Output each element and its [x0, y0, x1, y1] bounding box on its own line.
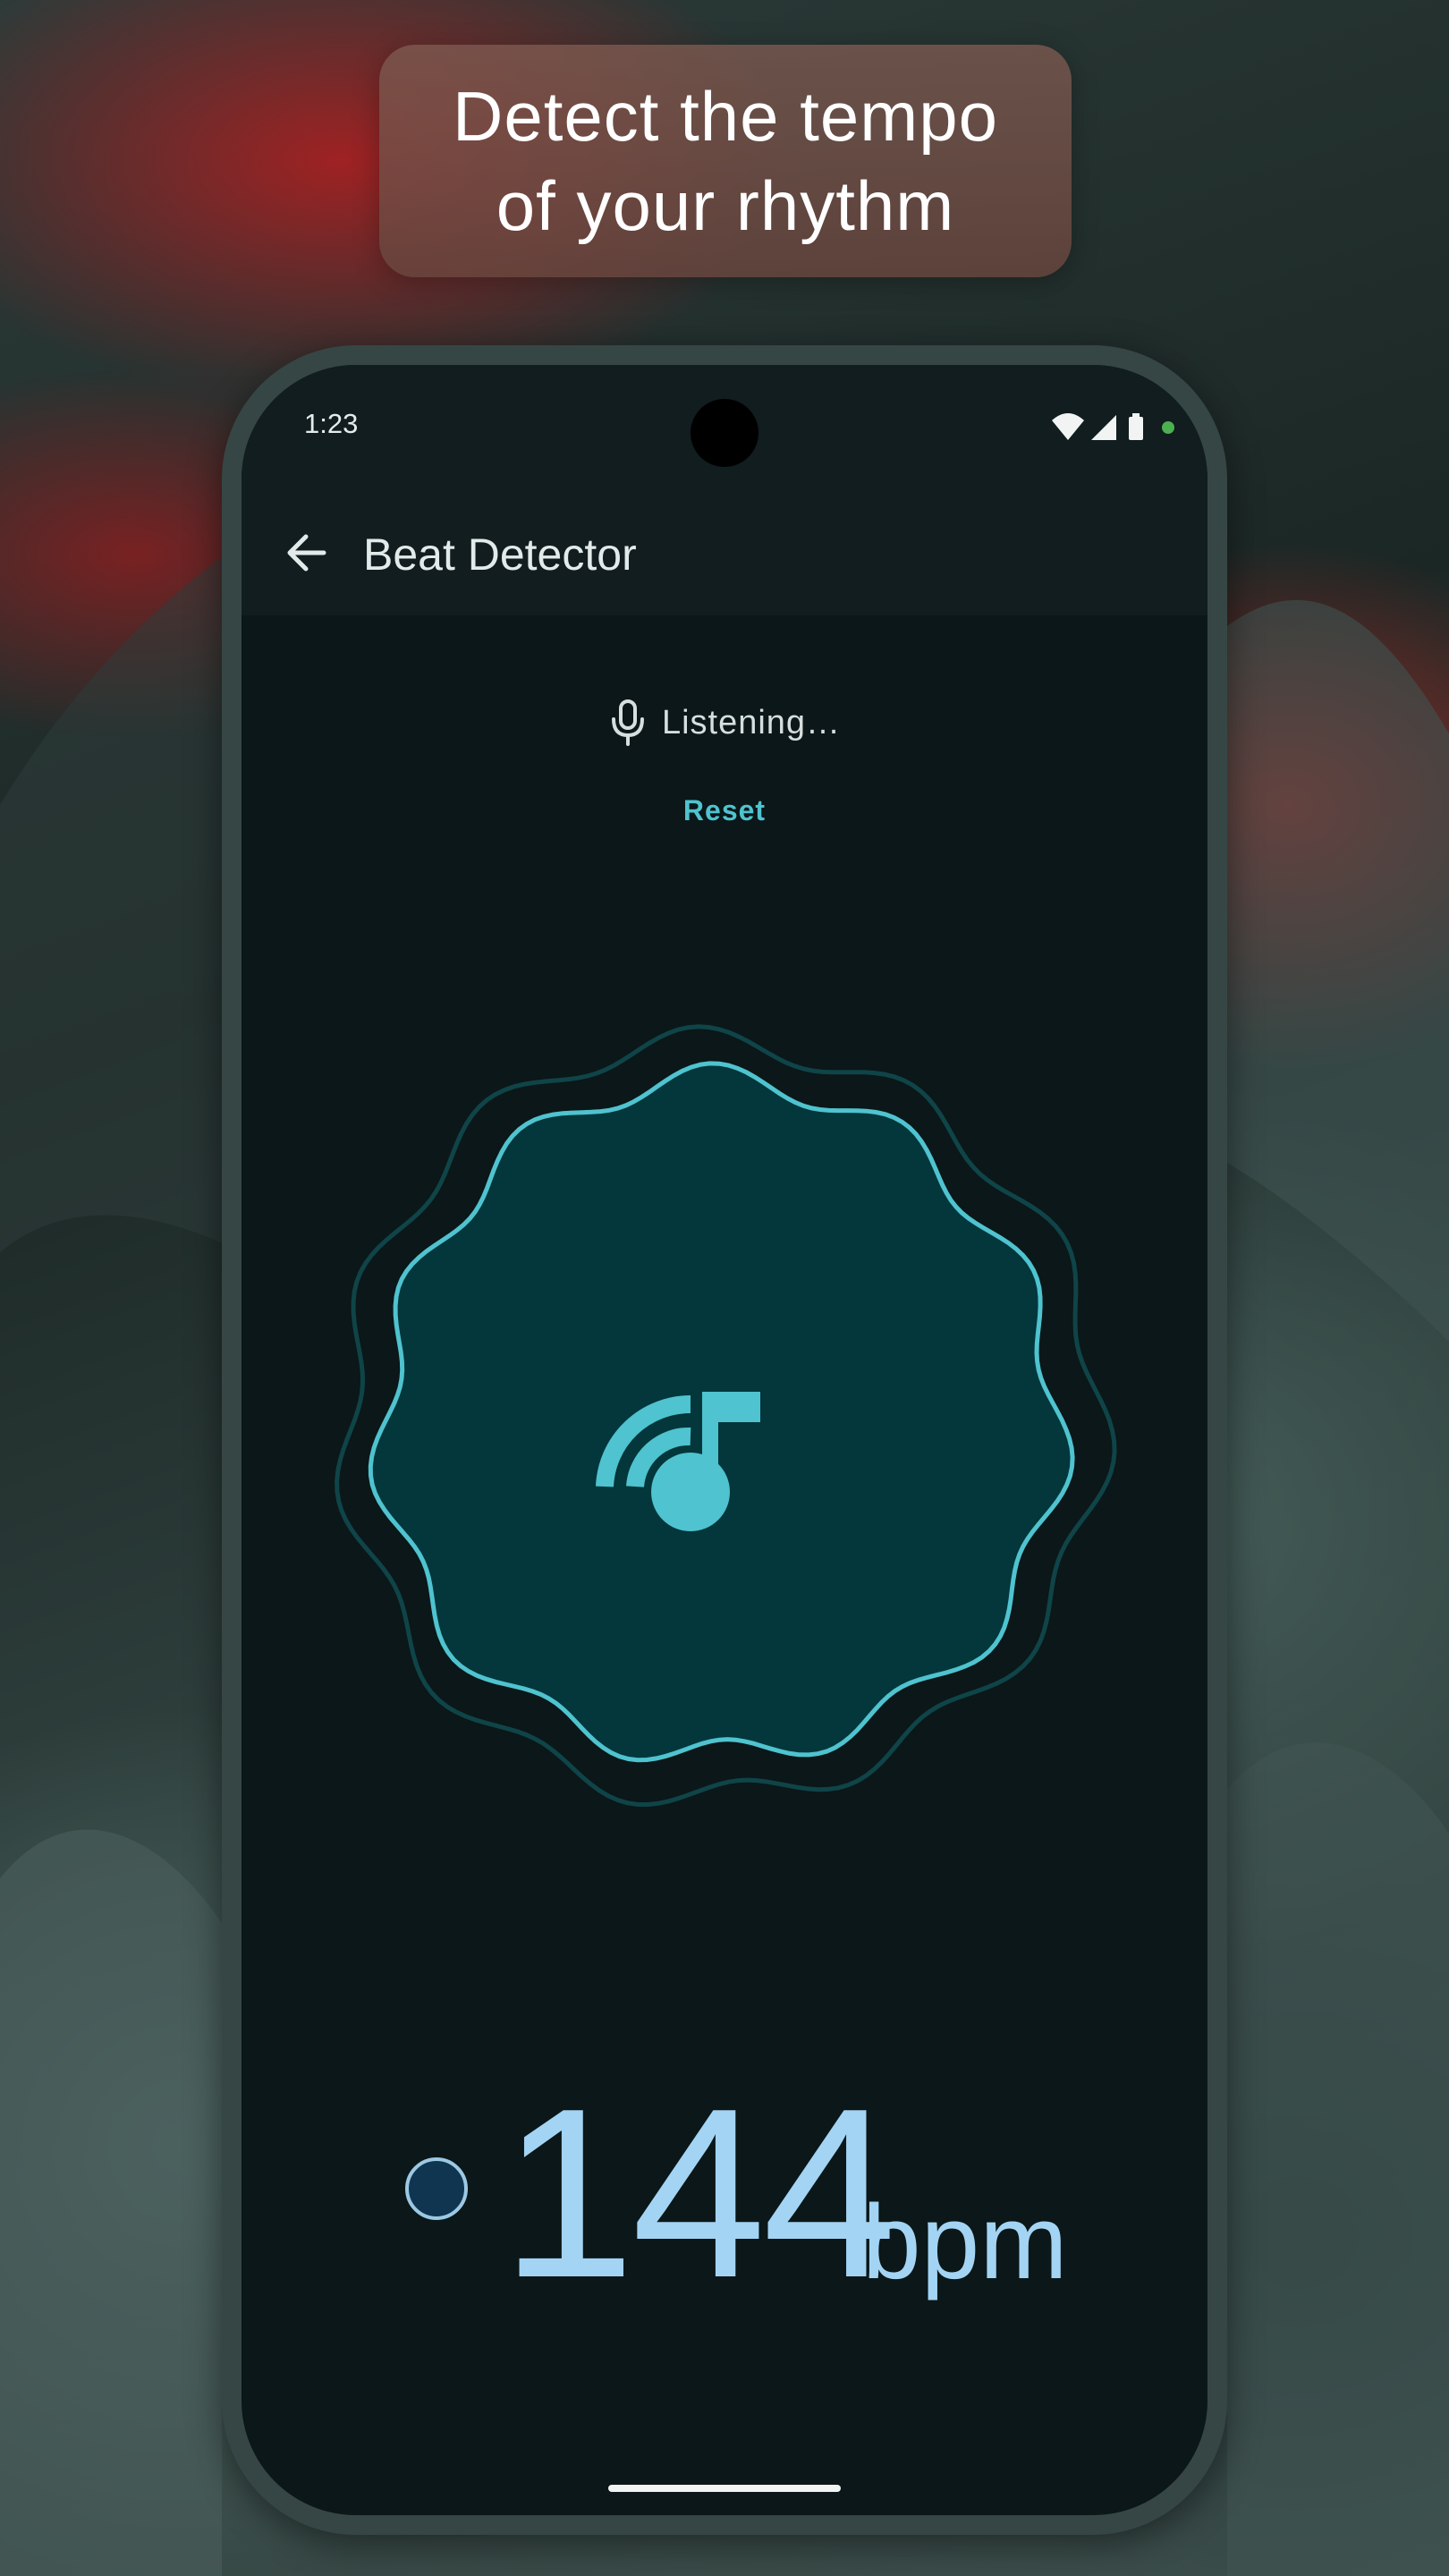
headline-line-2: of your rhythm	[496, 166, 955, 245]
headline-card: Detect the tempo of your rhythm	[379, 45, 1072, 277]
status-bar-time: 1:23	[304, 408, 359, 439]
reset-button[interactable]: Reset	[635, 784, 814, 837]
phone-frame: 1:23 Beat Detector Listening… Reset 144 …	[222, 345, 1227, 2535]
app-bar: 1:23 Beat Detector	[242, 365, 1208, 615]
bpm-unit: bpm	[862, 2183, 1068, 2301]
listening-status: Listening…	[242, 696, 1208, 750]
mic-icon	[611, 699, 644, 746]
beat-visualizer	[335, 1024, 1117, 1808]
listening-text: Listening…	[661, 703, 842, 741]
bpm-value: 144	[501, 2059, 896, 2328]
status-bar-icons	[1052, 413, 1174, 440]
headline-line-1: Detect the tempo	[453, 77, 998, 156]
app-title: Beat Detector	[363, 530, 637, 580]
battery-icon	[1129, 417, 1143, 440]
wifi-icon	[1052, 413, 1084, 440]
signal-icon	[1091, 415, 1116, 440]
privacy-indicator-dot	[1162, 421, 1174, 434]
arrow-back-icon[interactable]	[281, 526, 335, 580]
phone-screen: 1:23 Beat Detector Listening… Reset 144 …	[242, 365, 1208, 2515]
beat-indicator-dot	[405, 2157, 468, 2220]
camera-cutout	[691, 399, 758, 467]
home-indicator[interactable]	[608, 2485, 841, 2492]
